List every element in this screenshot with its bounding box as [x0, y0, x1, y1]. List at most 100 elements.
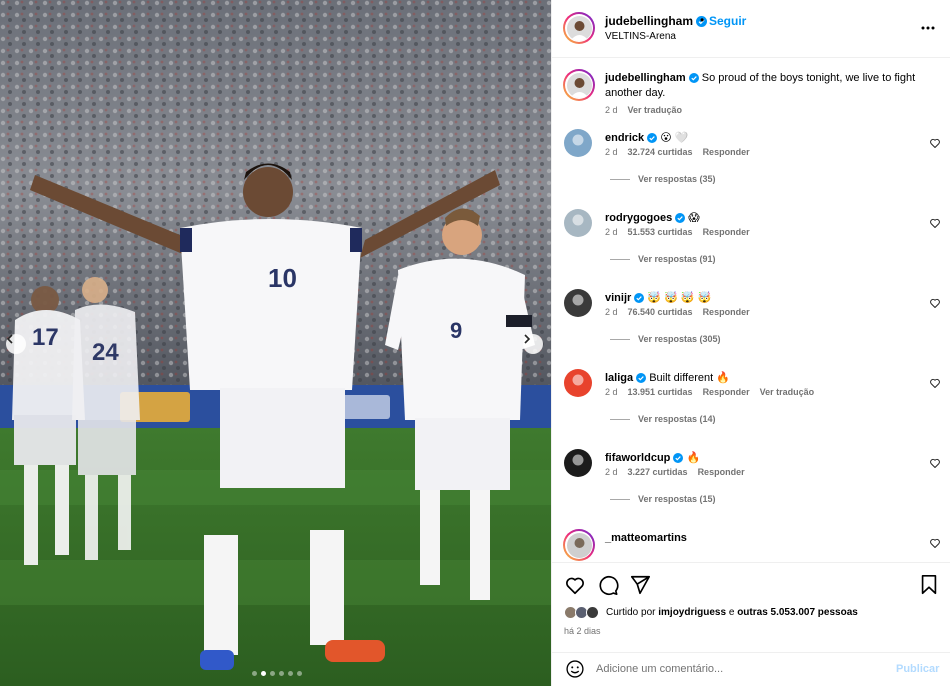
caption-username[interactable]: judebellingham	[605, 72, 686, 84]
comment-username[interactable]: laliga	[605, 372, 633, 384]
comment-username[interactable]: rodrygogoes	[605, 212, 672, 224]
comment-likes[interactable]: 32.724 curtidas	[628, 147, 693, 157]
separator: •	[700, 13, 705, 27]
commenter-avatar[interactable]	[564, 369, 592, 397]
comment-body: 🔥	[686, 452, 701, 464]
more-options-icon[interactable]	[920, 20, 936, 36]
reply-link[interactable]: Responder	[703, 227, 750, 237]
comment-likes[interactable]: 76.540 curtidas	[628, 307, 693, 317]
avatar	[564, 289, 592, 317]
follow-button[interactable]: Seguir	[709, 14, 746, 28]
comment-time: 2 d	[605, 147, 618, 157]
avatar	[564, 209, 592, 237]
comment-username[interactable]: fifaworldcup	[605, 452, 670, 464]
location-link[interactable]: VELTINS-Arena	[605, 31, 676, 42]
post-date: há 2 dias	[564, 626, 601, 636]
carousel-dot	[252, 671, 257, 676]
view-replies-link[interactable]: Ver respostas (35)	[610, 174, 716, 184]
carousel-dot	[297, 671, 302, 676]
comment-username[interactable]: endrick	[605, 132, 644, 144]
likes-text: Curtido por imjoydriguess e outras 5.053…	[606, 607, 858, 618]
comment-like-icon[interactable]	[929, 537, 941, 549]
caption-translate-link[interactable]: Ver tradução	[628, 105, 683, 115]
emoji-icon[interactable]	[565, 659, 585, 679]
author-username[interactable]: judebellingham	[605, 14, 708, 28]
comment-like-icon[interactable]	[929, 217, 941, 229]
comment-like-icon[interactable]	[929, 297, 941, 309]
verified-badge-icon	[688, 73, 699, 83]
comment-meta: 2 d 13.951 curtidas Responder Ver traduç…	[605, 387, 814, 397]
view-replies-link[interactable]: Ver respostas (91)	[610, 254, 716, 264]
commenter-avatar[interactable]	[564, 209, 592, 237]
caption-text: judebellingham So proud of the boys toni…	[605, 71, 925, 101]
liker-username[interactable]: imjoydriguess	[658, 607, 726, 618]
comment-meta: 2 d 76.540 curtidas Responder	[605, 307, 750, 317]
view-replies-link[interactable]: Ver respostas (305)	[610, 334, 721, 344]
chevron-right-icon	[524, 334, 531, 344]
post-header: judebellingham • Seguir VELTINS-Arena	[552, 0, 950, 58]
publish-button[interactable]: Publicar	[896, 663, 939, 675]
post-details-panel: judebellingham • Seguir VELTINS-Arena ju…	[551, 0, 950, 686]
share-icon[interactable]	[629, 574, 651, 596]
comment-input[interactable]	[596, 659, 886, 679]
verified-badge-icon	[634, 293, 645, 303]
carousel-next-button[interactable]	[523, 334, 543, 354]
comment-like-icon[interactable]	[929, 137, 941, 149]
view-replies-link[interactable]: Ver respostas (15)	[610, 494, 716, 504]
comment-translate-link[interactable]: Ver tradução	[760, 387, 815, 397]
comment-username[interactable]: _matteomartins	[605, 532, 687, 544]
like-heart-icon[interactable]	[564, 574, 586, 596]
save-bookmark-icon[interactable]	[919, 574, 939, 596]
comment-body: Built different 🔥	[649, 372, 730, 384]
comment-likes[interactable]: 13.951 curtidas	[628, 387, 693, 397]
comment-body: 😱	[688, 212, 700, 224]
verified-badge-icon	[675, 213, 686, 223]
comment-time: 2 d	[605, 227, 618, 237]
comment-username[interactable]: vinijr	[605, 292, 631, 304]
comment-like-icon[interactable]	[929, 457, 941, 469]
comment-meta: 2 d 32.724 curtidas Responder	[605, 147, 750, 157]
caption-author-avatar[interactable]	[563, 69, 595, 101]
carousel-dot	[261, 671, 266, 676]
commenter-avatar[interactable]	[564, 449, 592, 477]
liker-avatar	[586, 606, 599, 619]
carousel-indicator	[252, 671, 302, 676]
reply-link[interactable]: Responder	[703, 147, 750, 157]
comment-like-icon[interactable]	[929, 377, 941, 389]
author-avatar[interactable]	[563, 12, 595, 44]
comment-likes[interactable]: 3.227 curtidas	[628, 467, 688, 477]
comment-meta: 2 d 3.227 curtidas Responder	[605, 467, 745, 477]
verified-badge-icon	[636, 373, 647, 383]
svg-text:9: 9	[450, 318, 462, 343]
comment-time: 2 d	[605, 467, 618, 477]
avatar	[564, 449, 592, 477]
commenter-avatar[interactable]	[563, 529, 595, 561]
caption-time: 2 d	[605, 105, 618, 115]
post-photo[interactable]: 17 24 9 10	[0, 0, 551, 686]
view-replies-link[interactable]: Ver respostas (14)	[610, 414, 716, 424]
comment-likes[interactable]: 51.553 curtidas	[628, 227, 693, 237]
likes-summary: Curtido por imjoydriguess e outras 5.053…	[564, 606, 858, 619]
verified-badge-icon	[673, 453, 684, 463]
comments-list[interactable]: judebellingham So proud of the boys toni…	[552, 59, 950, 562]
avatar	[566, 72, 592, 98]
commenter-avatar[interactable]	[564, 129, 592, 157]
carousel-prev-button[interactable]	[6, 334, 26, 354]
svg-text:24: 24	[92, 339, 119, 366]
reply-link[interactable]: Responder	[703, 307, 750, 317]
comment-meta: 2 d 51.553 curtidas Responder	[605, 227, 750, 237]
comment-icon[interactable]	[597, 574, 619, 596]
reply-link[interactable]: Responder	[698, 467, 745, 477]
post-image: 17 24 9 10	[0, 0, 551, 686]
likes-count-link[interactable]: outras 5.053.007 pessoas	[737, 607, 858, 618]
comment-text: endrick 😮 🤍	[605, 131, 925, 146]
carousel-dot	[288, 671, 293, 676]
svg-text:17: 17	[32, 324, 59, 351]
avatar	[564, 369, 592, 397]
carousel-dot	[270, 671, 275, 676]
commenter-avatar[interactable]	[564, 289, 592, 317]
carousel-dot	[279, 671, 284, 676]
reply-link[interactable]: Responder	[703, 387, 750, 397]
comment-text: rodrygogoes 😱	[605, 211, 925, 226]
caption-meta: 2 d Ver tradução	[605, 105, 682, 115]
